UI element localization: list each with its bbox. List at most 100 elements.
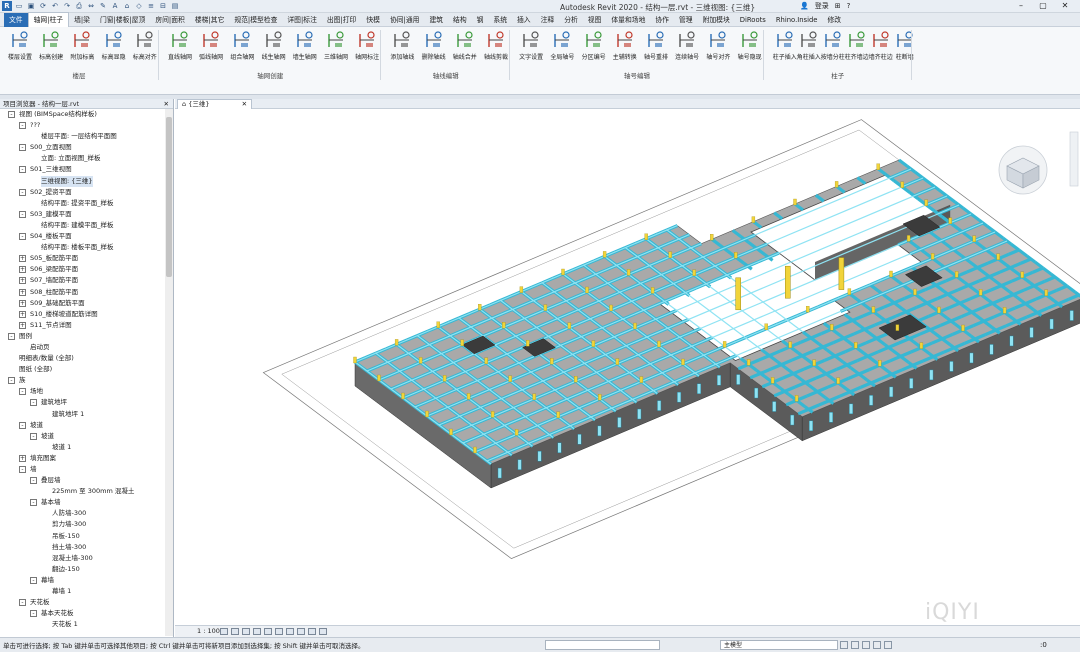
- user-icon[interactable]: 👤: [800, 2, 809, 10]
- close-icon[interactable]: ✕: [1054, 0, 1076, 12]
- collapse-icon[interactable]: -: [8, 332, 15, 340]
- tree-item[interactable]: 混凝土墙-300: [0, 553, 173, 564]
- measure-icon[interactable]: ⇔: [86, 1, 96, 11]
- collapse-icon[interactable]: -: [19, 466, 26, 473]
- tree-item[interactable]: - 图例: [0, 331, 173, 342]
- tree-item[interactable]: -族: [0, 375, 173, 386]
- expand-icon[interactable]: +: [19, 288, 26, 296]
- tab-2[interactable]: 墙|梁: [69, 13, 95, 27]
- tab-15[interactable]: 插入: [512, 13, 536, 27]
- tool-button-8[interactable]: 线生轴网: [258, 30, 290, 61]
- lock-view-icon[interactable]: [297, 628, 305, 635]
- collapse-icon[interactable]: -: [19, 188, 26, 196]
- sun-path-icon[interactable]: [242, 628, 250, 635]
- tool-button-3[interactable]: 标高显隐: [98, 30, 130, 61]
- thin-lines-icon[interactable]: ≡: [146, 1, 156, 11]
- temp-hide-icon[interactable]: [308, 628, 316, 635]
- tree-item[interactable]: 结构平面: 提资平面_样板: [0, 198, 173, 209]
- tool-button-9[interactable]: 墙生轴网: [289, 30, 321, 61]
- tab-0[interactable]: 文件: [4, 12, 28, 27]
- tool-button-15[interactable]: 轴线剪裁: [480, 30, 512, 61]
- tab-24[interactable]: Rhino.Inside: [771, 13, 823, 27]
- tool-button-12[interactable]: 添加轴线: [386, 30, 418, 61]
- print-icon[interactable]: ⎙: [74, 1, 84, 11]
- select-links-icon[interactable]: [840, 641, 848, 649]
- tool-button-21[interactable]: 连续轴号: [671, 30, 703, 61]
- collapse-icon[interactable]: -: [30, 576, 37, 584]
- tree-item[interactable]: + S11_节点详图: [0, 320, 173, 331]
- tool-button-23[interactable]: 轴号隐现: [734, 30, 766, 61]
- tab-10[interactable]: 协同|通用: [385, 13, 424, 27]
- tab-8[interactable]: 出图|打印: [322, 13, 361, 27]
- tab-20[interactable]: 协作: [650, 13, 674, 27]
- section-icon[interactable]: ◇: [134, 1, 144, 11]
- tree-item[interactable]: 天花板 1: [0, 619, 173, 630]
- tree-item[interactable]: 图纸 (全部): [0, 364, 173, 375]
- redo-icon[interactable]: ↷: [62, 1, 72, 11]
- close-icon[interactable]: ✕: [164, 99, 169, 109]
- tree-item[interactable]: - 场地: [0, 386, 173, 397]
- revit-logo[interactable]: R: [2, 1, 12, 11]
- collapse-icon[interactable]: -: [19, 388, 26, 396]
- sync-icon[interactable]: ⟳: [38, 1, 48, 11]
- annotate-icon[interactable]: ✎: [98, 1, 108, 11]
- collapse-icon[interactable]: -: [19, 210, 26, 218]
- tree-item[interactable]: 挡土墙-300: [0, 542, 173, 553]
- tool-button-16[interactable]: 文字设置: [515, 30, 547, 61]
- tree-item[interactable]: - 天花板: [0, 597, 173, 608]
- minimize-icon[interactable]: –: [1010, 0, 1032, 12]
- tree-item[interactable]: - S02_提资平面: [0, 187, 173, 198]
- open-icon[interactable]: ▭: [14, 1, 24, 11]
- drag-elements-icon[interactable]: [884, 641, 892, 649]
- collapse-icon[interactable]: -: [19, 122, 26, 130]
- filter-count[interactable]: :0: [1040, 641, 1047, 649]
- reveal-hidden-icon[interactable]: [319, 628, 327, 635]
- collapse-icon[interactable]: -: [19, 599, 26, 607]
- tool-button-4[interactable]: 标高对齐: [129, 30, 161, 61]
- collapse-icon[interactable]: -: [30, 499, 37, 507]
- tab-19[interactable]: 体量和场地: [606, 13, 650, 27]
- close-hidden-icon[interactable]: ⊟: [158, 1, 168, 11]
- tree-item[interactable]: 三维视图: {三维}: [0, 175, 173, 187]
- tool-button-11[interactable]: 轴网标注: [351, 30, 383, 61]
- tool-button-1[interactable]: 标高创建: [35, 30, 67, 61]
- tree-item[interactable]: -墙: [0, 464, 173, 475]
- tree-item[interactable]: + S07_墙配筋平面: [0, 275, 173, 286]
- tool-button-10[interactable]: 三维轴网: [320, 30, 352, 61]
- tab-13[interactable]: 钢: [472, 13, 489, 27]
- structural-model-3d[interactable]: [175, 110, 1080, 625]
- detail-level-icon[interactable]: [220, 628, 228, 635]
- tab-1[interactable]: 轴网|柱子: [27, 12, 70, 27]
- undo-icon[interactable]: ↶: [50, 1, 60, 11]
- tab-22[interactable]: 附加模块: [698, 13, 735, 27]
- switch-windows-icon[interactable]: ▤: [170, 1, 180, 11]
- tab-18[interactable]: 视图: [583, 13, 607, 27]
- save-icon[interactable]: ▣: [26, 1, 36, 11]
- tool-button-13[interactable]: 删除轴线: [418, 30, 450, 61]
- tree-item[interactable]: 楼层平面: 一层结构平面图: [0, 131, 173, 142]
- tool-button-19[interactable]: 主辅转换: [609, 30, 641, 61]
- tree-item[interactable]: 剪力墙-300: [0, 519, 173, 530]
- tab-25[interactable]: 修改: [822, 13, 846, 27]
- tree-item[interactable]: - 坡道: [0, 420, 173, 431]
- collapse-icon[interactable]: -: [8, 377, 15, 385]
- tool-button-18[interactable]: 分区编号: [578, 30, 610, 61]
- tree-item[interactable]: - 幕墙: [0, 575, 173, 586]
- tab-3d-view[interactable]: ⌂ {三维} ✕: [177, 99, 253, 109]
- tree-item[interactable]: - 叠层墙: [0, 475, 173, 486]
- text-icon[interactable]: A: [110, 1, 120, 11]
- help-icon[interactable]: ?: [847, 2, 851, 10]
- select-pinned-icon[interactable]: [862, 641, 870, 649]
- tree-item[interactable]: - 基本天花板: [0, 608, 173, 619]
- select-underlay-icon[interactable]: [851, 641, 859, 649]
- tree-item[interactable]: + S08_柱配筋平面: [0, 287, 173, 298]
- collapse-icon[interactable]: -: [30, 610, 37, 618]
- tree-item[interactable]: 坡道 1: [0, 442, 173, 453]
- expand-icon[interactable]: +: [19, 454, 26, 462]
- view-scale[interactable]: 1 : 100: [197, 626, 220, 637]
- collapse-icon[interactable]: -: [19, 233, 26, 241]
- tree-item[interactable]: + S06_梁配筋平面: [0, 264, 173, 275]
- collapse-icon[interactable]: -: [19, 166, 26, 174]
- select-by-face-icon[interactable]: [873, 641, 881, 649]
- cart-icon[interactable]: ⊞: [835, 2, 841, 10]
